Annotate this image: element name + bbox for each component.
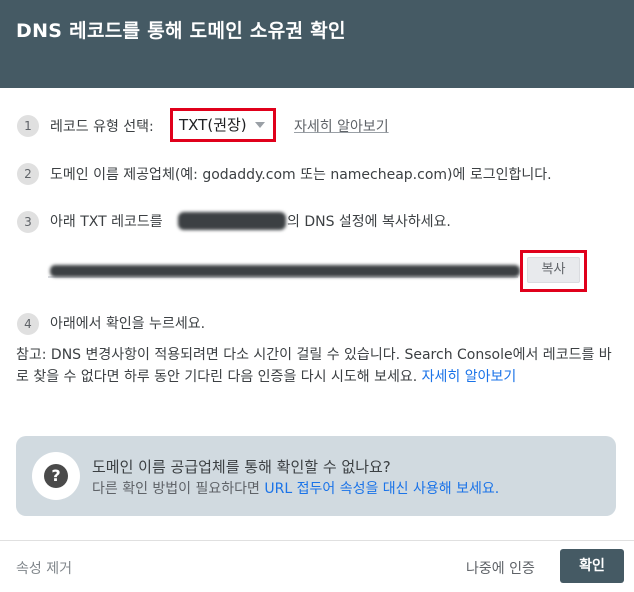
step-4-text: 아래에서 확인을 누르세요.: [50, 316, 206, 332]
step-2-text: 도메인 이름 제공업체(예: godaddy.com 또는 namecheap.…: [50, 167, 552, 183]
step-number-1: 1: [17, 115, 39, 137]
note-learn-more-link[interactable]: 자세히 알아보기: [422, 369, 517, 385]
question-circle-icon: ?: [44, 464, 68, 488]
card-subtitle: 다른 확인 방법이 필요하다면 URL 접두어 속성을 대신 사용해 보세요.: [92, 478, 499, 498]
verify-later-button[interactable]: 나중에 인증: [466, 558, 535, 578]
learn-more-link[interactable]: 자세히 알아보기: [294, 116, 389, 136]
dropdown-caret-icon: [255, 122, 265, 128]
copy-button[interactable]: 복사: [527, 257, 580, 283]
url-prefix-link[interactable]: URL 접두어 속성을 대신 사용해 보세요.: [264, 481, 499, 497]
note-text: 참고: DNS 변경사항이 적용되려면 다소 시간이 걸릴 수 있습니다. Se…: [16, 347, 612, 385]
card-title: 도메인 이름 공급업체를 통해 확인할 수 없나요?: [92, 458, 391, 476]
redacted-domain: [178, 212, 286, 230]
alternative-method-card: ? 도메인 이름 공급업체를 통해 확인할 수 없나요? 다른 확인 방법이 필…: [16, 436, 616, 516]
remove-property-button[interactable]: 속성 제거: [16, 558, 72, 578]
step-3-text-after: 의 DNS 설정에 복사하세요.: [287, 214, 451, 230]
step-number-4: 4: [17, 313, 39, 335]
record-type-select[interactable]: TXT(권장): [173, 110, 275, 140]
footer-divider: [0, 540, 634, 541]
card-subtitle-prefix: 다른 확인 방법이 필요하다면: [92, 481, 260, 497]
step-number-2: 2: [17, 163, 39, 185]
record-type-value: TXT(권장): [179, 116, 247, 134]
help-icon-circle: ?: [32, 452, 80, 500]
step-number-3: 3: [17, 211, 39, 233]
dialog-header: DNS 레코드를 통해 도메인 소유권 확인: [0, 0, 634, 88]
dialog-title: DNS 레코드를 통해 도메인 소유권 확인: [16, 20, 346, 42]
redacted-txt-record[interactable]: [50, 265, 520, 277]
step-3-text-before: 아래 TXT 레코드를: [50, 214, 163, 230]
verify-button[interactable]: 확인: [560, 549, 624, 583]
step-1-label: 레코드 유형 선택:: [50, 119, 154, 135]
dns-note: 참고: DNS 변경사항이 적용되려면 다소 시간이 걸릴 수 있습니다. Se…: [16, 344, 620, 388]
